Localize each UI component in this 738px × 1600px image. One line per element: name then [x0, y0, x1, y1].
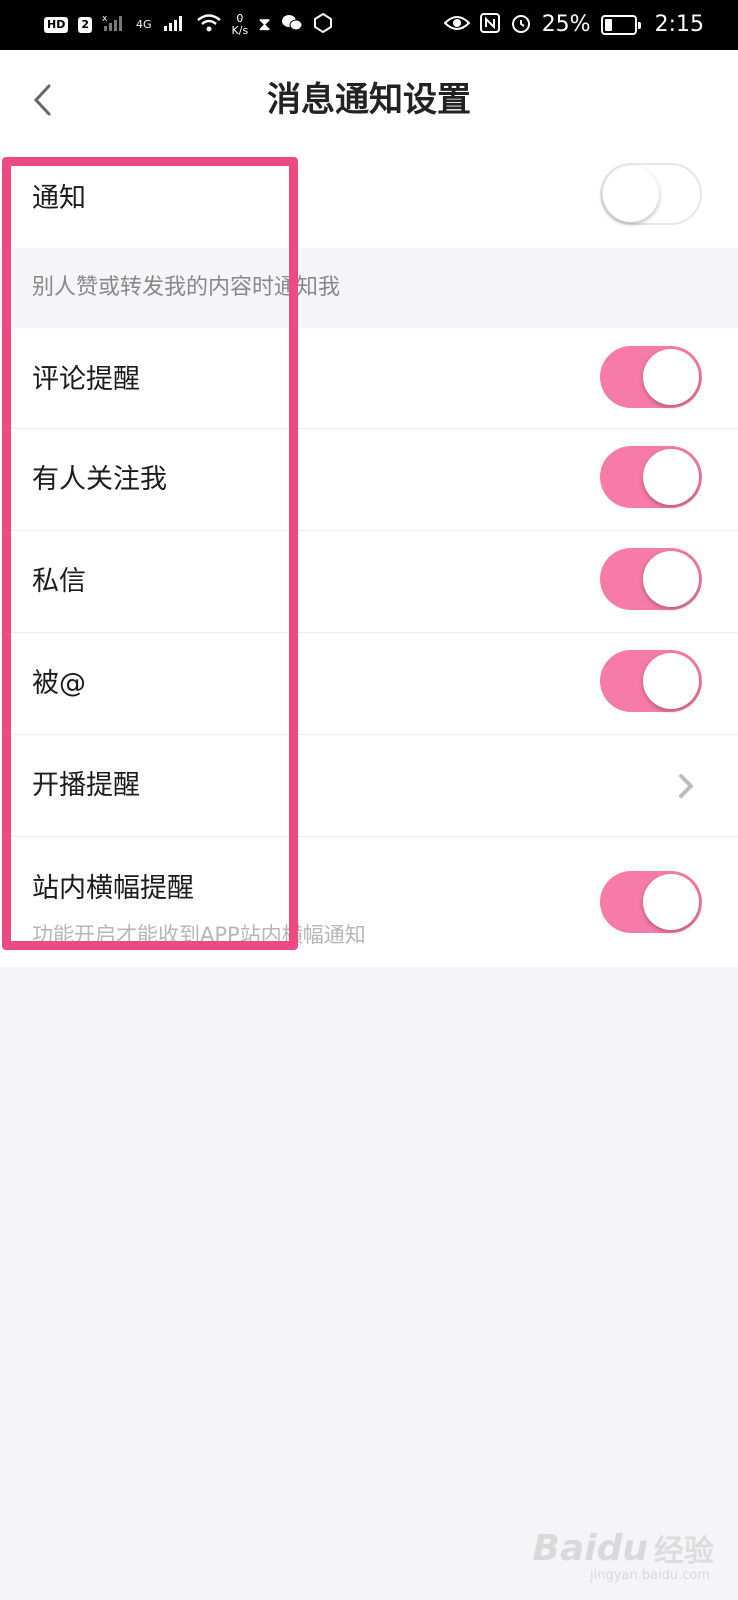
eye-icon — [443, 14, 471, 37]
banner-toggle[interactable] — [600, 871, 702, 933]
mention-toggle[interactable] — [600, 650, 702, 712]
watermark-url: jingyan.baidu.com — [590, 1568, 710, 1583]
banner-sublabel: 功能开启才能收到APP站内横幅通知 — [32, 923, 366, 947]
wechat-icon — [281, 13, 303, 38]
follow-row: 有人关注我 — [0, 429, 738, 531]
toggle-knob — [603, 166, 659, 222]
message-toggle[interactable] — [600, 548, 702, 610]
comment-toggle[interactable] — [600, 346, 702, 408]
signal-icon — [162, 13, 186, 38]
chevron-right-icon — [679, 774, 693, 798]
svg-text:x: x — [102, 14, 108, 24]
network-speed: 0 K/s — [232, 13, 249, 37]
speed-unit: K/s — [231, 24, 249, 37]
follow-label: 有人关注我 — [32, 464, 167, 495]
notify-toggle[interactable] — [600, 163, 702, 225]
battery-fill — [604, 19, 612, 31]
banner-label: 站内横幅提醒 — [32, 873, 194, 904]
section-header: 别人赞或转发我的内容时通知我 — [0, 248, 738, 328]
hd-badge: HD — [44, 17, 69, 33]
toggle-knob — [643, 349, 699, 405]
notify-row: 通知 — [0, 150, 738, 248]
wifi-icon — [196, 13, 222, 38]
toggle-knob — [643, 653, 699, 709]
section-header-text: 别人赞或转发我的内容时通知我 — [32, 275, 341, 300]
watermark-cn: 经验 — [654, 1534, 714, 1569]
comment-label: 评论提醒 — [32, 364, 140, 395]
shield-icon — [313, 12, 333, 38]
watermark-brand: Baidu — [532, 1527, 648, 1569]
status-bar: HD 2 x 4G 0 K/s ⧗ 25% 2:15 — [0, 0, 738, 50]
toggle-knob — [643, 874, 699, 930]
mention-label: 被@ — [32, 668, 86, 699]
message-row: 私信 — [0, 531, 738, 633]
network-type: 4G — [136, 18, 152, 31]
live-label: 开播提醒 — [32, 770, 140, 801]
page-title: 消息通知设置 — [267, 80, 471, 120]
status-bar-right: 25% 2:15 — [443, 12, 704, 39]
toggle-knob — [643, 551, 699, 607]
no-signal-icon: x — [102, 13, 126, 38]
nav-bar: 消息通知设置 — [0, 50, 738, 150]
nfc-icon — [479, 12, 500, 38]
comment-row: 评论提醒 — [0, 328, 738, 429]
battery-percent: 25% — [541, 12, 591, 37]
hourglass-icon: ⧗ — [258, 14, 271, 35]
clock: 2:15 — [654, 12, 704, 37]
alarm-icon — [510, 12, 532, 39]
status-bar-left: HD 2 x 4G 0 K/s ⧗ — [44, 12, 333, 38]
sim-badge: 2 — [78, 17, 92, 33]
mention-row: 被@ — [0, 633, 738, 735]
toggle-knob — [643, 449, 699, 505]
banner-row: 站内横幅提醒 功能开启才能收到APP站内横幅通知 — [0, 837, 738, 967]
watermark: Baidu 经验 jingyan.baidu.com — [532, 1526, 714, 1584]
battery-icon — [600, 15, 641, 35]
follow-toggle[interactable] — [600, 446, 702, 508]
live-row[interactable]: 开播提醒 — [0, 735, 738, 837]
notify-label: 通知 — [32, 183, 86, 214]
message-label: 私信 — [32, 566, 86, 597]
